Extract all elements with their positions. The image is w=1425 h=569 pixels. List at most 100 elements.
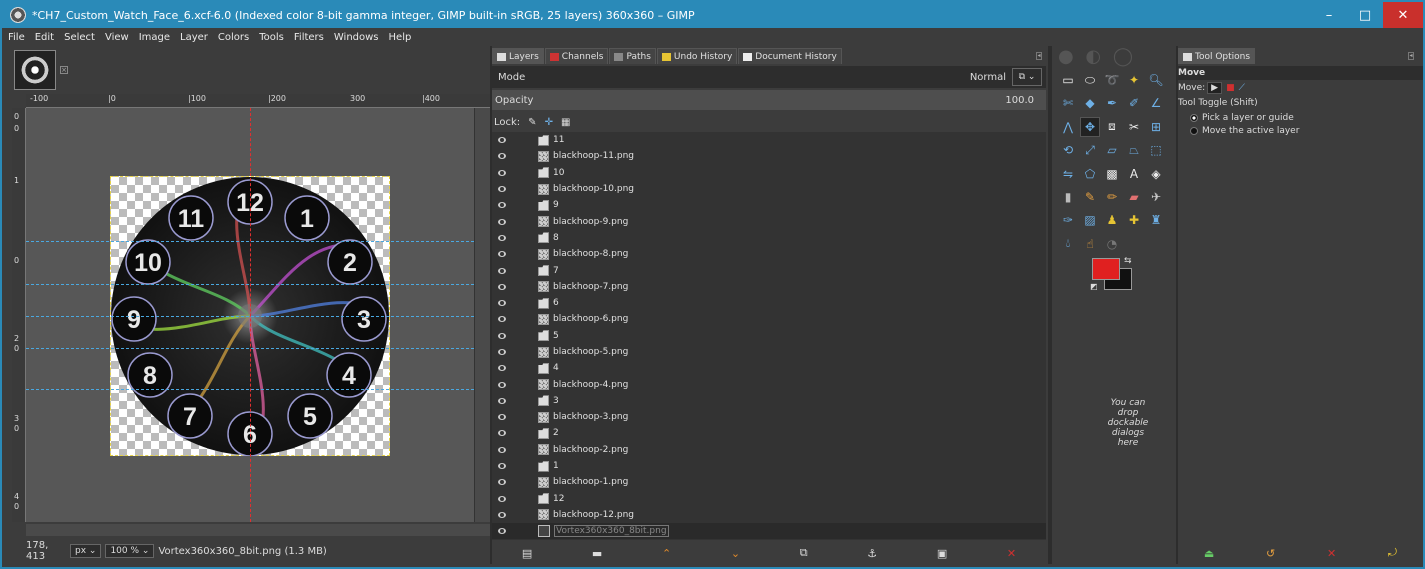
visibility-eye-icon[interactable] [498,365,506,372]
composite-mode-button[interactable]: ⧉ ⌄ [1012,68,1042,86]
scale-tool-icon[interactable]: ⤢ [1080,140,1100,160]
menu-windows[interactable]: Windows [330,32,383,43]
layer-row[interactable]: 2 [492,425,1046,441]
eraser-tool-icon[interactable]: ▰ [1124,187,1144,207]
layer-row[interactable]: 1 [492,458,1046,474]
layer-row[interactable]: blackhoop-8.png [492,246,1046,262]
visibility-eye-icon[interactable] [498,463,506,470]
lock-alpha-icon[interactable]: ▦ [561,117,570,128]
dock-menu-icon[interactable]: ◂ [1408,52,1414,60]
lock-pixels-icon[interactable]: ✎ [528,117,536,128]
zoom-tool-icon[interactable]: 🔍︎ [1146,70,1166,90]
vertical-guide[interactable] [250,108,251,522]
menu-select[interactable]: Select [60,32,99,43]
delete-tool-preset-icon[interactable]: ✕ [1327,547,1336,560]
layer-row[interactable]: Vortex360x360_8bit.png [492,523,1046,540]
layer-row[interactable]: blackhoop-10.png [492,181,1046,197]
visibility-eye-icon[interactable] [498,251,506,258]
layer-row[interactable]: blackhoop-2.png [492,442,1046,458]
pencil-tool-icon[interactable]: ✏ [1102,187,1122,207]
anchor-layer-button[interactable]: ⚓ [867,547,877,560]
rotate-tool-icon[interactable]: ⟲ [1058,140,1078,160]
image-canvas[interactable]: 12 1 2 3 4 5 6 7 8 9 10 11 [26,108,474,522]
visibility-eye-icon[interactable] [498,511,506,518]
close-button[interactable]: ✕ [1383,2,1423,28]
visibility-eye-icon[interactable] [498,430,506,437]
layer-row[interactable]: blackhoop-7.png [492,279,1046,295]
layer-row[interactable]: 7 [492,262,1046,278]
radio-active-layer[interactable]: Move the active layer [1190,126,1423,136]
menu-file[interactable]: File [4,32,29,43]
restore-tool-preset-icon[interactable]: ↺ [1266,547,1275,560]
visibility-eye-icon[interactable] [498,479,506,486]
menu-colors[interactable]: Colors [214,32,253,43]
layer-row[interactable]: blackhoop-11.png [492,148,1046,164]
radio-pick-layer[interactable]: Pick a layer or guide [1190,113,1423,123]
layer-row[interactable]: blackhoop-9.png [492,213,1046,229]
layer-row[interactable]: 4 [492,360,1046,376]
minimize-button[interactable]: – [1311,2,1347,28]
heal-tool-icon[interactable]: ✚ [1124,210,1144,230]
new-layer-button[interactable]: ▤ [522,547,532,560]
gradient-tool-icon[interactable]: ▮ [1058,187,1078,207]
default-colors-icon[interactable]: ◩ [1090,282,1098,291]
layer-row[interactable]: 10 [492,165,1046,181]
layer-row[interactable]: 12 [492,491,1046,507]
swap-colors-icon[interactable]: ⇆ [1124,256,1132,266]
visibility-eye-icon[interactable] [498,186,506,193]
menu-tools[interactable]: Tools [255,32,288,43]
layer-row[interactable]: 11 [492,132,1046,148]
move-path-mode-icon[interactable]: ⟋ [1239,83,1245,93]
visibility-eye-icon[interactable] [498,300,506,307]
tab-layers[interactable]: Layers [492,48,544,64]
dock-menu-icon[interactable]: ◂ [1036,52,1042,60]
new-layer-group-button[interactable]: ▬ [592,547,602,560]
ink-tool-icon[interactable]: ✑ [1058,210,1078,230]
canvas-vertical-scrollbar[interactable] [474,108,490,522]
blur-tool-icon[interactable]: 💧︎ [1058,234,1078,254]
mypaint-brush-tool-icon[interactable]: ▨ [1080,210,1100,230]
move-layer-mode-icon[interactable]: ▶ [1207,82,1223,94]
visibility-eye-icon[interactable] [498,202,506,209]
warp-tool-icon[interactable]: ▩ [1102,164,1122,184]
flip-tool-icon[interactable]: ⇋ [1058,164,1078,184]
layer-row[interactable]: 3 [492,393,1046,409]
menu-view[interactable]: View [101,32,133,43]
visibility-eye-icon[interactable] [498,446,506,453]
move-selection-mode-icon[interactable]: ■ [1226,83,1235,93]
layer-row[interactable]: 6 [492,295,1046,311]
maximize-button[interactable]: □ [1347,2,1383,28]
compass-tool-icon[interactable]: ⋀ [1058,117,1078,137]
unit-select[interactable]: px ⌄ [70,544,102,558]
visibility-eye-icon[interactable] [498,283,506,290]
layer-row[interactable]: blackhoop-3.png [492,409,1046,425]
perspective-clone-tool-icon[interactable]: ♜ [1146,210,1166,230]
color-picker-tool-icon[interactable]: ✐ [1124,93,1144,113]
3d-transform-tool-icon[interactable]: ⬚ [1146,140,1166,160]
tab-channels[interactable]: Channels [544,48,609,64]
smudge-tool-icon[interactable]: ☝ [1080,234,1100,254]
scissors-tool-icon[interactable]: ✄ [1058,93,1078,113]
menu-layer[interactable]: Layer [176,32,212,43]
tab-paths[interactable]: Paths [609,48,656,64]
text-tool-icon[interactable]: A [1124,164,1144,184]
clone-tool-icon[interactable]: ♟ [1102,210,1122,230]
ellipse-select-tool-icon[interactable]: ⬭ [1080,70,1100,90]
lower-layer-button[interactable]: ⌄ [731,547,740,560]
visibility-eye-icon[interactable] [498,332,506,339]
visibility-eye-icon[interactable] [498,218,506,225]
zoom-select[interactable]: 100 % ⌄ [105,544,155,558]
shear-tool-icon[interactable]: ▱ [1102,140,1122,160]
layer-row[interactable]: blackhoop-4.png [492,376,1046,392]
align-tool-icon[interactable]: ⧈ [1102,117,1122,137]
perspective-tool-icon[interactable]: ⏢ [1124,140,1144,160]
crop-tool-icon[interactable]: ✂ [1124,117,1144,137]
layer-row[interactable]: blackhoop-12.png [492,507,1046,523]
move-tool-icon[interactable]: ✥ [1080,116,1100,137]
visibility-eye-icon[interactable] [498,349,506,355]
visibility-eye-icon[interactable] [498,414,506,421]
layer-row[interactable]: blackhoop-1.png [492,474,1046,490]
menu-help[interactable]: Help [385,32,416,43]
dodge-burn-tool-icon[interactable]: ◔ [1102,234,1122,254]
menu-image[interactable]: Image [135,32,174,43]
